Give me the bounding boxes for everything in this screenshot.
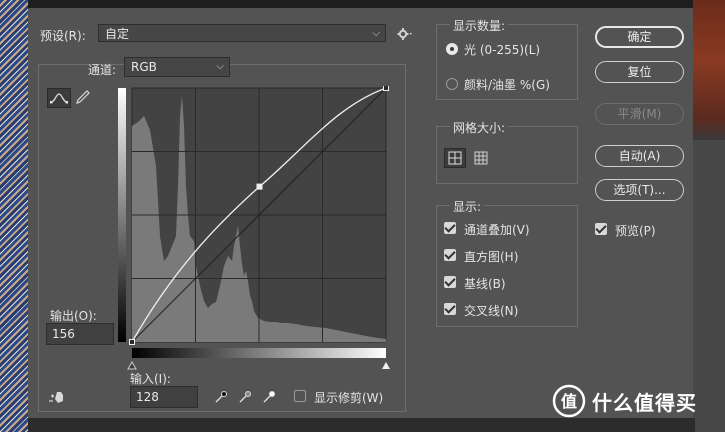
detailed-grid-icon[interactable] [470,148,492,168]
white-eyedropper-icon[interactable] [260,388,278,406]
channel-select[interactable]: RGB ⌵ [124,57,230,77]
ok-button[interactable]: 确定 [595,26,684,48]
baseline-checkbox[interactable] [444,276,456,288]
channel-overlay-label: 通道叠加(V) [464,223,530,237]
light-radio[interactable] [446,43,458,55]
chevron-down-icon: ⌵ [372,28,380,39]
preview-label: 预览(P) [615,224,656,238]
auto-button[interactable]: 自动(A) [595,145,684,167]
input-gradient-bar [132,348,386,358]
preview-checkbox[interactable] [595,223,607,235]
reset-button[interactable]: 复位 [595,61,684,83]
intersection-line-checkbox[interactable] [444,303,456,315]
pigment-radio-label: 颜料/油墨 %(G) [464,78,550,92]
channel-overlay-checkbox[interactable] [444,222,456,234]
watermark-logo-icon: 值 [552,384,586,418]
baseline-label: 基线(B) [464,277,506,291]
simple-grid-icon[interactable] [444,148,466,168]
svg-text:值: 值 [561,392,577,411]
background-canvas-left [0,0,28,432]
histogram-label: 直方图(H) [464,250,519,264]
black-eyedropper-icon[interactable] [212,388,230,406]
show-options-title: 显示: [450,198,485,215]
options-button[interactable]: 选项(T)... [595,179,684,201]
show-clipping-label: 显示修剪(W) [314,391,384,405]
preset-label: 预设(R): [40,29,86,43]
curve-control-point[interactable] [383,86,389,91]
output-label: 输出(O): [50,309,97,323]
preset-select[interactable]: 自定 ⌵ [98,24,386,42]
output-gradient-bar [118,88,126,342]
pigment-radio[interactable] [446,78,458,90]
preset-options-gear-icon[interactable] [396,25,414,43]
black-point-slider-icon [127,360,137,370]
curve-control-point[interactable] [256,183,263,190]
input-field[interactable]: 128 [130,386,198,408]
chevron-down-icon: ⌵ [216,61,224,72]
channel-value: RGB [131,60,157,74]
curves-dialog: 预设(R): 自定 ⌵ 通道: RGB ⌵ 输出(O): 156 输入(I): … [28,8,693,418]
output-field[interactable]: 156 [46,323,114,345]
on-image-adjust-hand-icon[interactable] [48,388,70,406]
display-amount-title: 显示数量: [450,17,509,34]
curve-graph[interactable] [116,86,392,370]
input-label: 输入(I): [130,372,171,386]
gray-eyedropper-icon[interactable] [236,388,254,406]
white-point-slider-icon [382,362,390,369]
preset-value: 自定 [105,27,130,41]
background-bottom-strip [28,418,695,432]
curve-point-tool-icon[interactable] [47,88,71,108]
watermark: 值 什么值得买 [552,384,697,418]
light-radio-label: 光 (0-255)(L) [464,43,541,57]
curve-control-point[interactable] [129,339,135,345]
show-clipping-checkbox[interactable] [294,390,306,402]
background-top-strip [28,0,695,8]
smooth-button[interactable]: 平滑(M) [595,103,684,125]
watermark-text: 什么值得买 [592,390,697,415]
channel-label: 通道: [88,63,117,77]
intersection-line-label: 交叉线(N) [464,304,519,318]
background-panel-right [693,140,725,432]
grid-size-title: 网格大小: [450,119,509,136]
histogram-checkbox[interactable] [444,249,456,261]
pencil-icon[interactable] [74,88,92,108]
